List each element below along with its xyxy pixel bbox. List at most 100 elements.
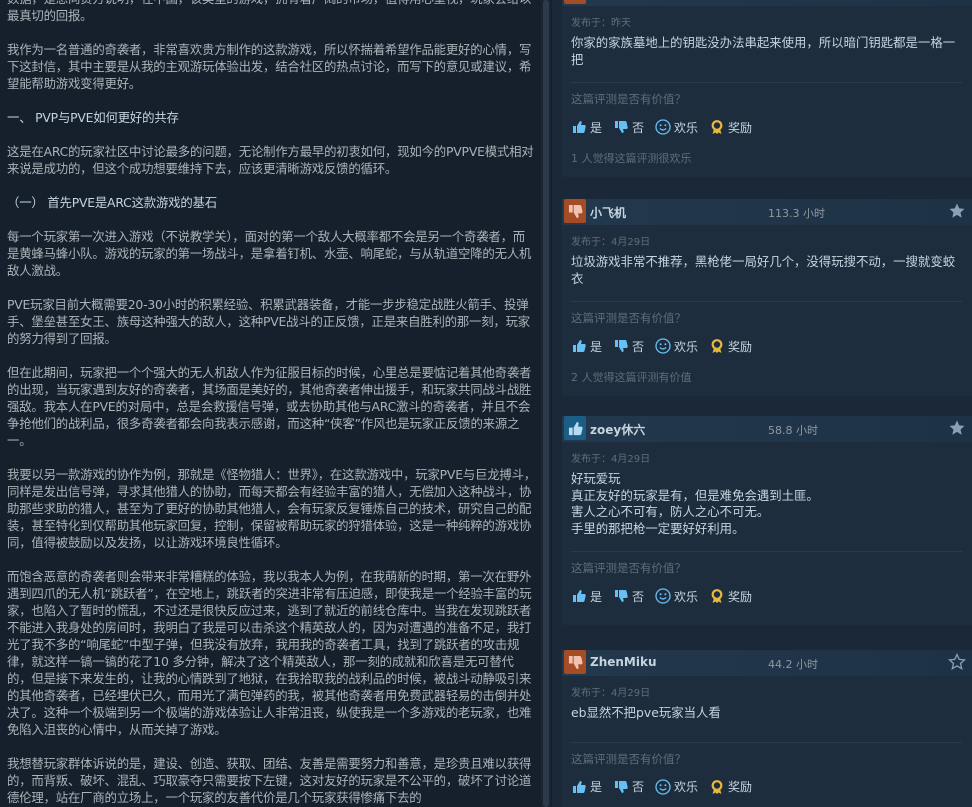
vote-no-label: 否 — [632, 780, 645, 794]
reviewer-name[interactable]: zoey休六 — [590, 421, 645, 438]
review-text-line: 手里的那把枪一定要好好利用。 — [571, 520, 745, 536]
reviewer-name[interactable]: ZhenMiku — [590, 655, 657, 669]
star-outline-icon[interactable] — [948, 653, 966, 671]
article-paragraph: 这是在ARC的玩家社区中讨论最多的问题，无论制作方最早的初衷如何，现如今的PVP… — [7, 144, 534, 176]
article-paragraph: 而饱含恶意的奇袭者则会带来非常糟糕的体验，我以我本人为例，在我萌新的时期，第一次… — [7, 569, 532, 737]
vote-no-button[interactable]: 否 — [613, 778, 644, 795]
divider — [571, 741, 962, 743]
award-icon — [711, 120, 723, 134]
helpful-question: 这篇评测是否有价值？ — [571, 311, 686, 325]
review-header: zoey休六 58.8 小时 — [562, 416, 972, 442]
smiley-icon — [655, 119, 671, 135]
thumbs-down-icon — [568, 204, 583, 218]
divider — [571, 82, 962, 83]
review-header — [562, 0, 972, 6]
review-vote-badge — [564, 416, 586, 440]
vote-yes-label: 是 — [590, 589, 603, 604]
vote-funny-button[interactable]: 欢乐 — [655, 778, 698, 795]
helpful-question: 这篇评测是否有价值？ — [571, 92, 686, 106]
award-button[interactable]: 奖励 — [709, 778, 752, 795]
divider — [571, 551, 962, 552]
vote-funny-label: 欢乐 — [674, 589, 699, 604]
thumbs-up-icon — [573, 590, 586, 602]
award-label: 奖励 — [728, 339, 753, 354]
article-paragraph: PVE玩家目前大概需要20-30小时的积累经验、积累武器装备，才能一步步稳定战胜… — [7, 297, 530, 346]
playtime-hours: 44.2 小时 — [768, 658, 818, 671]
thumbs-down-icon — [615, 121, 628, 133]
review-posted-date: 发布于：4月29日 — [571, 454, 651, 465]
award-label: 奖励 — [728, 589, 753, 604]
article-heading: 一、 PVP与PVE如何更好的共存 — [7, 110, 179, 125]
thumbs-up-icon — [573, 340, 586, 352]
thumbs-down-icon — [568, 655, 583, 669]
helpful-count: 2 人觉得这篇评测有价值 — [571, 371, 692, 384]
vote-yes-button[interactable]: 是 — [571, 338, 602, 355]
article-paragraph: 但在此期间，玩家把一个个强大的无人机敌人作为征服目标的时候，心里总是要惦记着其他… — [7, 365, 532, 448]
divider — [571, 301, 962, 302]
star-icon[interactable] — [948, 202, 966, 220]
vote-funny-button[interactable]: 欢乐 — [655, 588, 698, 605]
vote-yes-button[interactable]: 是 — [571, 778, 602, 795]
article-paragraph: 每一个玩家第一次进入游戏（不说教学关），面对的第一个敌人大概率都不会是另一个奇袭… — [7, 229, 532, 278]
reviewer-name[interactable]: 小飞机 — [590, 204, 626, 221]
review-posted-date: 发布于：4月29日 — [571, 237, 651, 248]
review-vote-badge — [564, 199, 586, 223]
award-label: 奖励 — [728, 780, 753, 794]
vote-funny-button[interactable]: 欢乐 — [655, 338, 698, 355]
vote-yes-button[interactable]: 是 — [571, 119, 602, 136]
review-header: ZhenMiku 44.2 小时 — [562, 650, 972, 676]
helpful-question: 这篇评测是否有价值？ — [571, 751, 686, 766]
vote-no-label: 否 — [632, 120, 645, 135]
review-text-line: 害人之心不可有，防人之心不可无。 — [571, 504, 770, 519]
award-icon — [711, 779, 723, 794]
vote-no-button[interactable]: 否 — [613, 588, 644, 605]
review-text: 垃圾游戏非常不推荐，黑枪佬一局好几个，没得玩搜不动，一搜就变蛟衣 — [571, 254, 962, 287]
playtime-hours: 113.3 小时 — [768, 207, 825, 220]
vote-yes-label: 是 — [590, 780, 603, 794]
review-text: eb显然不把pve玩家当人看 — [571, 705, 962, 722]
helpful-question: 这篇评测是否有价值？ — [571, 561, 686, 575]
vote-no-button[interactable]: 否 — [613, 338, 644, 355]
review-vote-badge — [564, 650, 586, 674]
article-subheading: （一） 首先PVE是ARC这款游戏的基石 — [7, 195, 217, 210]
award-icon — [711, 339, 723, 353]
thumbs-up-icon — [568, 421, 583, 435]
review-text-line: eb显然不把pve玩家当人看 — [571, 705, 721, 720]
thumbs-up-icon — [573, 780, 586, 793]
review-text: 好玩爱玩 真正友好的玩家是有，但是难免会遇到土匪。 害人之心不可有，防人之心不可… — [571, 471, 962, 537]
review-vote-badge — [564, 0, 586, 4]
thumbs-down-icon — [615, 780, 628, 793]
vote-yes-label: 是 — [590, 339, 603, 354]
review-text-line: 好玩爱玩 — [571, 471, 621, 486]
review-card: ZhenMiku 44.2 小时 发布于：4月29日 eb显然不把pve玩家当人… — [562, 650, 972, 807]
vote-yes-button[interactable]: 是 — [571, 588, 602, 605]
award-button[interactable]: 奖励 — [709, 119, 752, 136]
thumbs-down-icon — [615, 340, 628, 352]
vote-no-label: 否 — [632, 589, 645, 604]
review-posted-date: 发布于：4月29日 — [571, 688, 651, 699]
review-text-line: 垃圾游戏非常不推荐，黑枪佬一局好几个，没得玩搜不动，一搜就变蛟衣 — [571, 254, 956, 286]
award-icon — [711, 589, 723, 603]
vote-funny-label: 欢乐 — [674, 339, 699, 354]
vote-funny-label: 欢乐 — [674, 120, 699, 135]
review-text-line: 真正友好的玩家是有，但是难免会遇到土匪。 — [571, 487, 819, 503]
reviews-panel: 发布于：昨天 你家的家族墓地上的钥匙没办法串起来使用，所以暗门钥匙都是一格一把 … — [552, 0, 972, 807]
vote-funny-label: 欢乐 — [674, 780, 699, 794]
article-scrollbar-thumb[interactable] — [543, 0, 549, 807]
review-card: 发布于：昨天 你家的家族墓地上的钥匙没办法串起来使用，所以暗门钥匙都是一格一把 … — [562, 0, 972, 177]
vote-no-button[interactable]: 否 — [613, 119, 644, 136]
star-icon[interactable] — [948, 419, 966, 437]
award-button[interactable]: 奖励 — [709, 588, 752, 605]
review-posted-date: 发布于：昨天 — [571, 18, 631, 29]
smiley-icon — [655, 588, 671, 604]
award-button[interactable]: 奖励 — [709, 338, 752, 355]
helpful-count: 1 人觉得这篇评测很欢乐 — [571, 152, 692, 165]
playtime-hours: 58.8 小时 — [768, 424, 818, 437]
smiley-icon — [655, 778, 671, 795]
vote-no-label: 否 — [632, 339, 645, 354]
vote-funny-button[interactable]: 欢乐 — [655, 119, 698, 136]
review-text-line: 你家的家族墓地上的钥匙没办法串起来使用，所以暗门钥匙都是一格一把 — [571, 35, 956, 67]
article-paragraph: 我要以另一款游戏的协作为例，那就是《怪物猎人：世界》，在这款游戏中，玩家PVE与… — [7, 467, 536, 550]
article-panel: 数据，是想向贵方说明，在中国，该类型的游戏，拥有着广阔的市场，值得用心重视，玩家… — [0, 0, 552, 807]
smiley-icon — [655, 338, 671, 354]
